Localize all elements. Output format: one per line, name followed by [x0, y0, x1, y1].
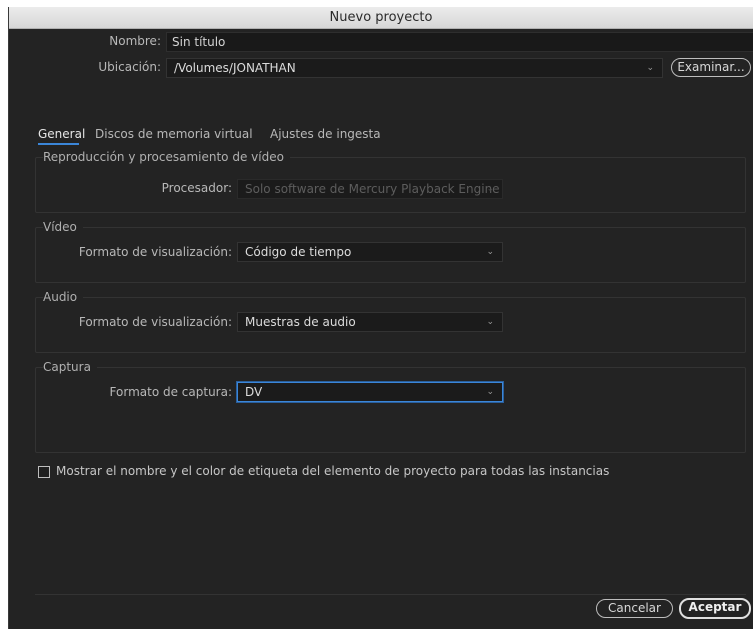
capture-format-value: DV — [245, 385, 263, 399]
window-title: Nuevo proyecto — [329, 10, 433, 25]
show-label-color-checkbox[interactable] — [38, 466, 50, 478]
video-display-format-value: Código de tiempo — [245, 245, 352, 259]
tab-ingest-settings[interactable]: Ajustes de ingesta — [270, 127, 381, 141]
video-display-format-label: Formato de visualización: — [78, 245, 232, 259]
capture-section — [35, 367, 746, 453]
video-display-format-select[interactable]: Código de tiempo ⌄ — [237, 242, 503, 262]
content-bottom-divider — [35, 594, 746, 595]
chevron-down-icon: ⌄ — [486, 317, 494, 327]
show-label-color-checkbox-label[interactable]: Mostrar el nombre y el color de etiqueta… — [56, 464, 609, 478]
processor-value: Solo software de Mercury Playback Engine — [245, 182, 500, 196]
processor-label: Procesador: — [161, 181, 232, 195]
tab-scratch-disks[interactable]: Discos de memoria virtual — [95, 127, 253, 141]
playback-section-title: Reproducción y procesamiento de vídeo — [43, 150, 290, 164]
browse-button[interactable]: Examinar... — [671, 58, 751, 77]
cancel-button[interactable]: Cancelar — [596, 599, 673, 618]
location-value: /Volumes/JONATHAN — [174, 61, 296, 75]
tab-general[interactable]: General — [38, 127, 85, 141]
audio-section-title: Audio — [43, 290, 84, 304]
capture-section-title: Captura — [43, 360, 97, 374]
name-label: Nombre: — [109, 34, 161, 48]
chevron-down-icon: ⌄ — [646, 63, 654, 73]
location-label: Ubicación: — [98, 60, 161, 74]
chevron-down-icon: ⌄ — [486, 184, 494, 194]
audio-display-format-select[interactable]: Muestras de audio ⌄ — [237, 312, 503, 332]
video-section-title: Vídeo — [43, 220, 83, 234]
active-tab-indicator — [38, 143, 79, 145]
chevron-down-icon: ⌄ — [486, 387, 494, 397]
audio-display-format-value: Muestras de audio — [245, 315, 356, 329]
new-project-dialog: Nuevo proyecto Nombre: Sin título Ubicac… — [8, 7, 753, 629]
project-name-field[interactable]: Sin título — [166, 32, 753, 52]
window-titlebar[interactable]: Nuevo proyecto — [9, 7, 753, 29]
location-select[interactable]: /Volumes/JONATHAN ⌄ — [166, 58, 663, 78]
audio-display-format-label: Formato de visualización: — [78, 315, 232, 329]
capture-format-select[interactable]: DV ⌄ — [237, 382, 503, 402]
chevron-down-icon: ⌄ — [486, 247, 494, 257]
processor-select: Solo software de Mercury Playback Engine… — [237, 179, 503, 199]
capture-format-label: Formato de captura: — [109, 385, 232, 399]
accept-button[interactable]: Aceptar — [679, 598, 751, 619]
